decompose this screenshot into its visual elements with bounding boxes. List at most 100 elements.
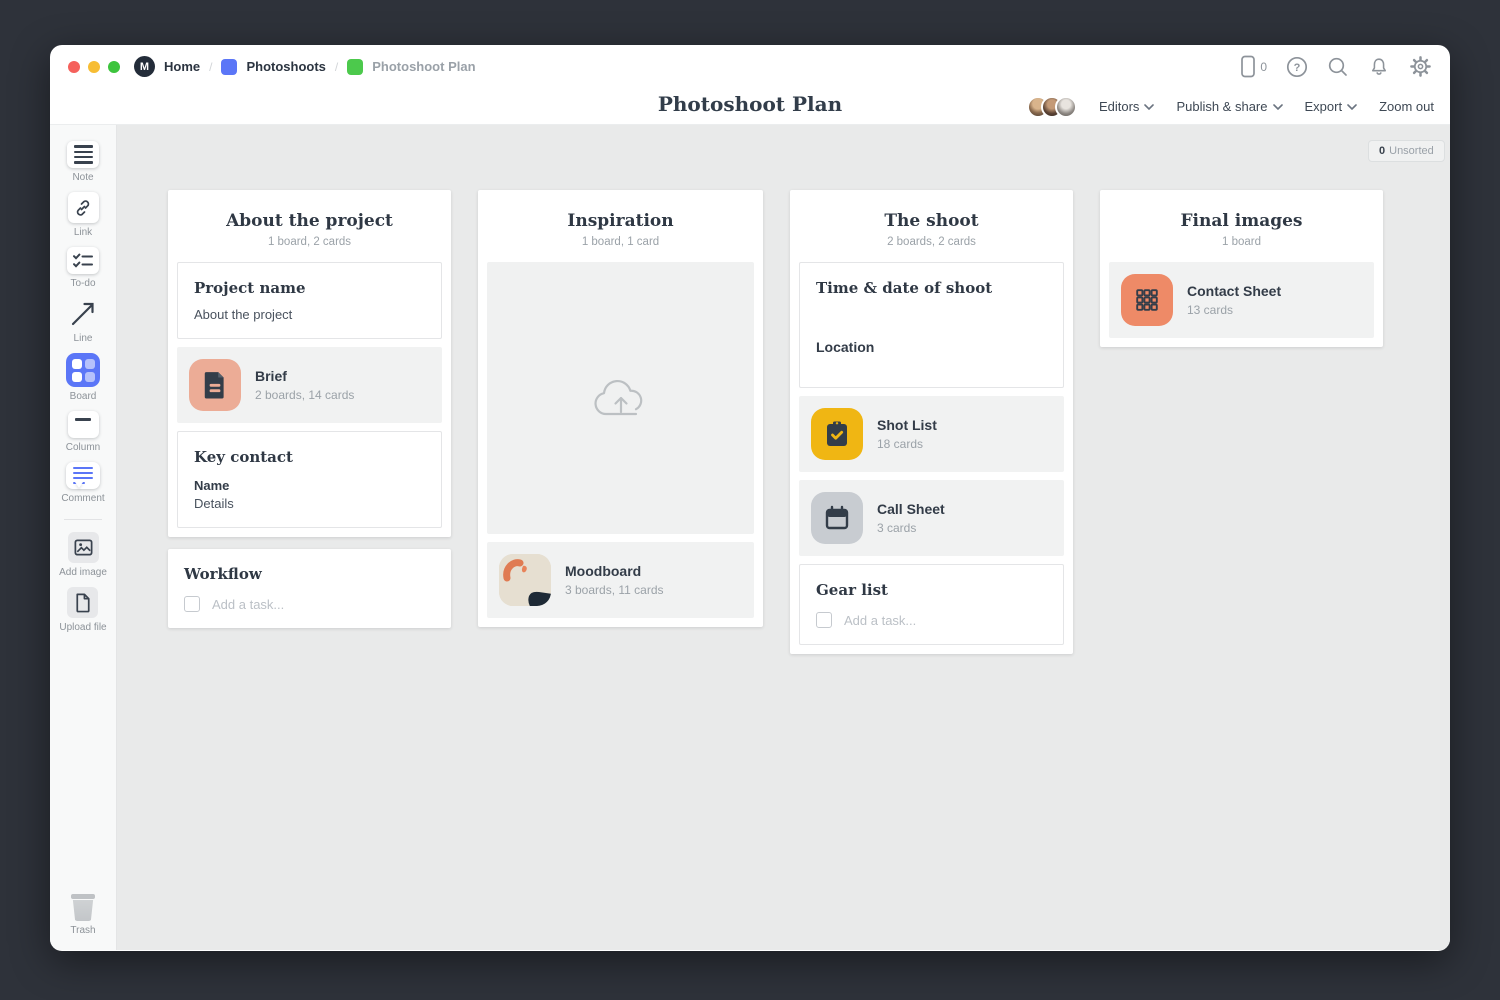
- image-dropzone[interactable]: [487, 262, 754, 534]
- column-icon: [68, 411, 99, 438]
- comment-bubble-icon: [66, 462, 100, 489]
- board-card-title: Call Sheet: [877, 501, 945, 517]
- tool-todo[interactable]: To-do: [67, 247, 99, 289]
- brief-document-icon: [189, 359, 241, 411]
- utility-icons: 0 ?: [1240, 45, 1432, 88]
- tool-board[interactable]: Board: [66, 353, 100, 402]
- column-meta: 1 board: [1109, 236, 1374, 248]
- chevron-down-icon: [1347, 104, 1357, 110]
- column-about-the-project: About the project 1 board, 2 cards Proje…: [168, 190, 451, 537]
- unsorted-count: 0: [1379, 145, 1385, 157]
- settings-gear-icon[interactable]: [1409, 55, 1432, 78]
- contact-sheet-grid-icon: [1121, 274, 1173, 326]
- search-icon[interactable]: [1327, 56, 1349, 78]
- todo-add-task-row[interactable]: Add a task...: [184, 596, 435, 612]
- notifications-bell-icon[interactable]: [1368, 56, 1390, 78]
- tool-label: Add image: [59, 567, 107, 578]
- tool-label: To-do: [70, 278, 95, 289]
- column-meta: 2 boards, 2 cards: [799, 236, 1064, 248]
- app-window: M Home / Photoshoots / Photoshoot Plan 0…: [50, 45, 1450, 951]
- column-meta: 1 board, 1 card: [487, 236, 754, 248]
- window-close-button[interactable]: [68, 61, 80, 73]
- breadcrumb-separator: /: [335, 60, 338, 74]
- board-card-meta: 18 cards: [877, 437, 937, 451]
- task-checkbox[interactable]: [184, 596, 200, 612]
- breadcrumb: M Home / Photoshoots / Photoshoot Plan: [134, 56, 476, 77]
- zoom-out-label: Zoom out: [1379, 99, 1434, 114]
- add-task-placeholder[interactable]: Add a task...: [844, 613, 916, 628]
- column-title[interactable]: The shoot: [799, 211, 1064, 231]
- tool-column[interactable]: Column: [66, 411, 100, 453]
- note-key-contact[interactable]: Key contact Name Details: [177, 431, 442, 528]
- note-time-date[interactable]: Time & date of shoot Location: [799, 262, 1064, 388]
- breadcrumb-home[interactable]: Home: [164, 59, 200, 74]
- mobile-uploads-button[interactable]: 0: [1240, 55, 1267, 78]
- column-the-shoot: The shoot 2 boards, 2 cards Time & date …: [790, 190, 1073, 654]
- tool-label: Trash: [70, 925, 95, 936]
- svg-text:?: ?: [1294, 62, 1301, 74]
- help-icon[interactable]: ?: [1286, 56, 1308, 78]
- publish-share-menu-button[interactable]: Publish & share: [1176, 99, 1282, 114]
- tool-note[interactable]: Note: [67, 141, 99, 183]
- window-zoom-button[interactable]: [108, 61, 120, 73]
- tool-sidebar: Note Link To-do: [50, 125, 117, 950]
- tool-label: Note: [72, 172, 93, 183]
- note-heading: Time & date of shoot: [816, 279, 1047, 297]
- tool-label: Upload file: [59, 622, 106, 633]
- column-title[interactable]: Final images: [1109, 211, 1374, 231]
- note-project-name[interactable]: Project name About the project: [177, 262, 442, 339]
- board-card-brief[interactable]: Brief 2 boards, 14 cards: [177, 347, 442, 423]
- task-checkbox[interactable]: [816, 612, 832, 628]
- board-swatch-photoshoot-plan: [347, 59, 363, 75]
- window-controls: [68, 61, 120, 73]
- tool-label: Link: [74, 227, 92, 238]
- add-image-icon: [68, 532, 99, 563]
- avatar: [1055, 96, 1077, 118]
- window-minimize-button[interactable]: [88, 61, 100, 73]
- board-card-title: Contact Sheet: [1187, 283, 1281, 299]
- board-card-call-sheet[interactable]: Call Sheet 3 cards: [799, 480, 1064, 556]
- board-card-contact-sheet[interactable]: Contact Sheet 13 cards: [1109, 262, 1374, 338]
- board-canvas[interactable]: 0 Unsorted About the project 1 board, 2 …: [117, 125, 1450, 950]
- editors-menu-button[interactable]: Editors: [1099, 99, 1154, 114]
- tool-upload-file[interactable]: Upload file: [59, 587, 106, 633]
- column-header: Inspiration 1 board, 1 card: [487, 199, 754, 262]
- tool-trash[interactable]: Trash: [70, 894, 96, 936]
- mobile-uploads-count: 0: [1260, 60, 1267, 74]
- tool-line[interactable]: Line: [68, 298, 99, 344]
- breadcrumb-photoshoot-plan[interactable]: Photoshoot Plan: [372, 59, 475, 74]
- board-card-title: Brief: [255, 368, 354, 384]
- column-header: About the project 1 board, 2 cards: [177, 199, 442, 262]
- app-logo-icon[interactable]: M: [134, 56, 155, 77]
- export-menu-button[interactable]: Export: [1305, 99, 1358, 114]
- todo-add-task-row[interactable]: Add a task...: [816, 612, 1047, 628]
- tool-link[interactable]: Link: [68, 192, 99, 238]
- tool-add-image[interactable]: Add image: [59, 532, 107, 578]
- shot-list-clipboard-icon: [811, 408, 863, 460]
- tool-comment[interactable]: Comment: [61, 462, 104, 504]
- breadcrumb-photoshoots[interactable]: Photoshoots: [246, 59, 325, 74]
- workflow-heading: Workflow: [184, 565, 435, 583]
- column-title[interactable]: Inspiration: [487, 211, 754, 231]
- titlebar: M Home / Photoshoots / Photoshoot Plan 0…: [50, 45, 1450, 88]
- unsorted-label: Unsorted: [1389, 145, 1434, 157]
- location-label: Location: [816, 339, 1047, 355]
- board-card-shot-list[interactable]: Shot List 18 cards: [799, 396, 1064, 472]
- note-gear-list[interactable]: Gear list Add a task...: [799, 564, 1064, 645]
- breadcrumb-separator: /: [209, 60, 212, 74]
- board-header: Photoshoot Plan Editors Publish & share …: [50, 88, 1450, 125]
- editor-avatars[interactable]: [1027, 96, 1077, 118]
- card-workflow[interactable]: Workflow Add a task...: [168, 549, 451, 628]
- add-task-placeholder[interactable]: Add a task...: [212, 597, 284, 612]
- column-title[interactable]: About the project: [177, 211, 442, 231]
- chevron-down-icon: [1144, 104, 1154, 110]
- board-card-moodboard[interactable]: Moodboard 3 boards, 11 cards: [487, 542, 754, 618]
- note-icon: [67, 141, 99, 168]
- note-heading: Project name: [194, 279, 425, 297]
- unsorted-badge[interactable]: 0 Unsorted: [1368, 140, 1445, 162]
- toolbar-divider: [64, 519, 102, 520]
- board-swatch-photoshoots: [221, 59, 237, 75]
- export-label: Export: [1305, 99, 1343, 114]
- zoom-out-button[interactable]: Zoom out: [1379, 99, 1434, 114]
- column-header: Final images 1 board: [1109, 199, 1374, 262]
